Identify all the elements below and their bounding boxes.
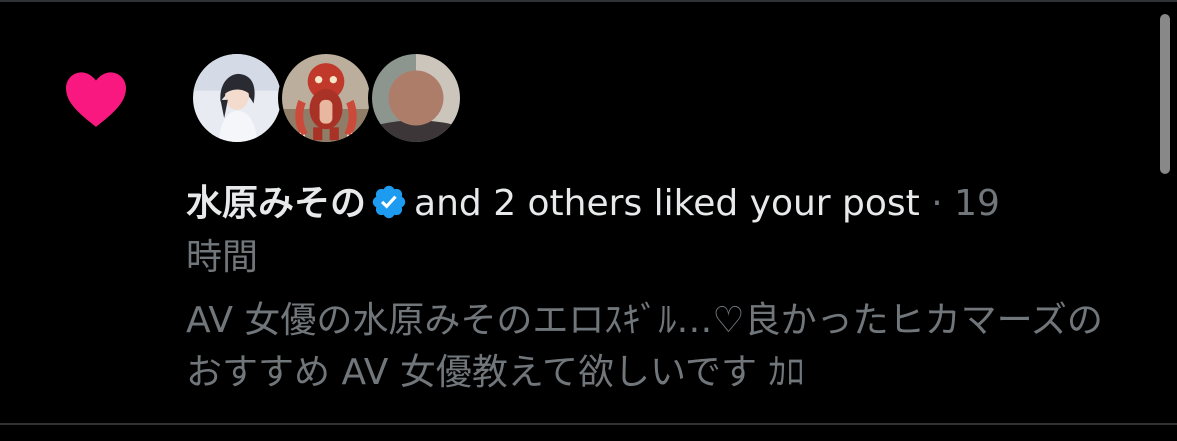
like-notification[interactable]: 水原みその and 2 others liked your post · 19 時… (0, 2, 1150, 423)
avatar[interactable] (189, 50, 285, 146)
post-preview[interactable]: AV 女優の水原みそのエロｽｷﾞﾙ…♡良かったヒカマーズのおすすめ AV 女優教… (186, 295, 1136, 399)
timestamp: 19 (954, 183, 1000, 224)
action-text: and 2 others liked your post (414, 183, 920, 224)
bottom-divider (0, 423, 1177, 425)
timestamp-unit: 時間 (186, 237, 259, 278)
separator: · (919, 183, 955, 224)
scrollbar[interactable] (1160, 14, 1170, 174)
heart-icon (66, 72, 126, 127)
avatar[interactable] (278, 50, 374, 146)
verified-badge-icon (370, 183, 408, 221)
user-name[interactable]: 水原みその (186, 183, 366, 224)
avatar[interactable] (368, 50, 464, 146)
notification-text: 水原みその and 2 others liked your post · 19 (186, 180, 1146, 228)
